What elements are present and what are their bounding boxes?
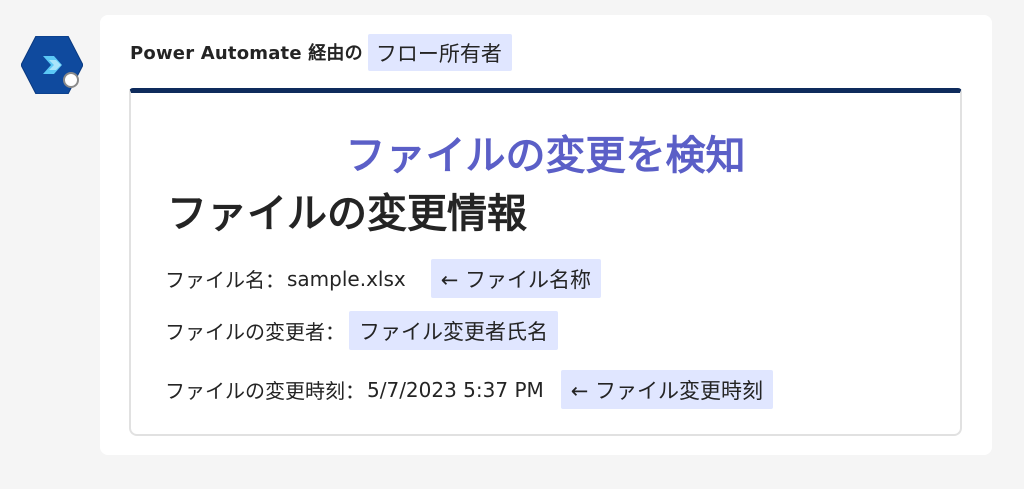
- message-bubble: Power Automate 経由の フロー所有者 ファイルの変更を検知 ファイ…: [100, 15, 992, 455]
- flow-owner-annotation: フロー所有者: [367, 33, 512, 71]
- fact-value: sample.xlsx: [287, 266, 406, 291]
- fact-label: ファイルの変更者：: [165, 320, 345, 344]
- fact-value: 5/7/2023 5:37 PM: [367, 377, 544, 402]
- power-automate-avatar[interactable]: [21, 36, 83, 94]
- fact-annotation: ← ファイル名称: [430, 259, 602, 298]
- fact-annotation: ファイル変更者氏名: [349, 311, 558, 350]
- presence-status-icon: [63, 72, 79, 88]
- teams-chat-screen: { "app": { "icon": "power-automate-icon"…: [0, 0, 1024, 489]
- fact-row-modifier: ファイルの変更者： ファイル変更者氏名: [165, 311, 558, 350]
- fact-row-file-name: ファイル名： sample.xlsx ← ファイル名称: [165, 259, 602, 298]
- card-overlay-title: ファイルの変更を検知: [345, 133, 746, 179]
- fact-row-modified-time: ファイルの変更時刻： 5/7/2023 5:37 PM ← ファイル変更時刻: [165, 370, 774, 409]
- message-header: Power Automate 経由の フロー所有者: [130, 33, 512, 71]
- fact-label: ファイルの変更時刻：: [165, 379, 365, 403]
- adaptive-card: ファイルの変更を検知 ファイルの変更情報 ファイル名： sample.xlsx …: [129, 88, 962, 436]
- fact-annotation: ← ファイル変更時刻: [560, 370, 774, 409]
- fact-label: ファイル名：: [165, 268, 285, 292]
- card-title: ファイルの変更情報: [167, 191, 527, 237]
- sender-name: Power Automate 経由の: [130, 43, 363, 64]
